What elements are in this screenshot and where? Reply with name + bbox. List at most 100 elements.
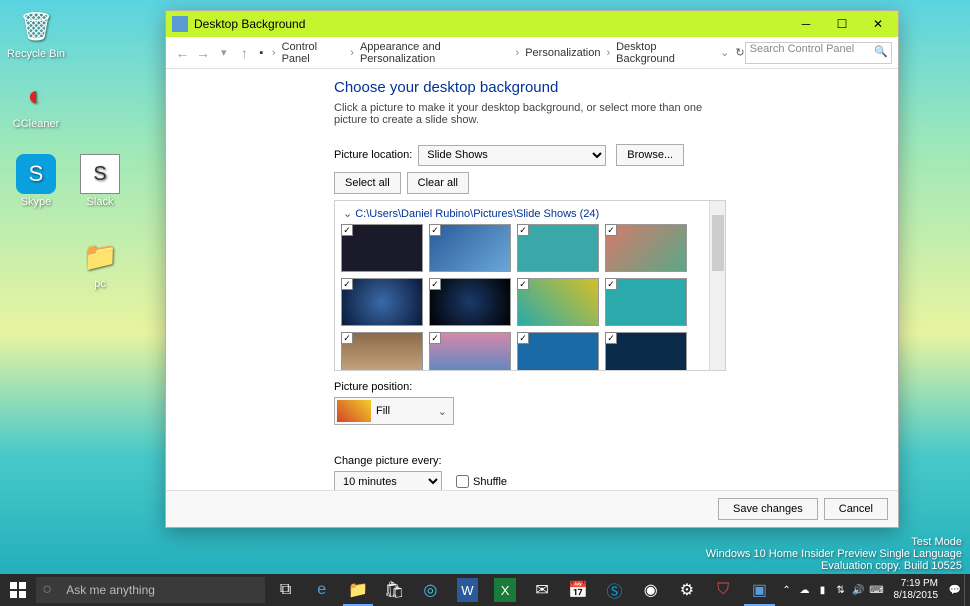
footer: Save changes Cancel (166, 490, 898, 527)
wallpaper-thumb[interactable]: ✓ (429, 224, 511, 272)
chevron-down-icon: ⌄ (438, 405, 447, 418)
wallpaper-thumb[interactable]: ✓ (517, 278, 599, 326)
wallpaper-thumb[interactable]: ✓ (517, 332, 599, 370)
scroll-thumb[interactable] (712, 215, 724, 271)
titlebar[interactable]: Desktop Background ─ ☐ ✕ (166, 11, 898, 37)
word-icon[interactable]: W (457, 578, 479, 602)
trash-icon: 🗑 (16, 6, 56, 46)
skype-icon: S (16, 154, 56, 194)
thumb-checkbox[interactable]: ✓ (517, 278, 529, 290)
excel-icon[interactable]: X (494, 578, 516, 602)
folder-label[interactable]: C:\Users\Daniel Rubino\Pictures\Slide Sh… (341, 205, 703, 224)
desktop-icon-slack[interactable]: SSlack (70, 154, 130, 208)
location-icon: ▪ (255, 47, 268, 59)
edge-icon[interactable]: e (304, 574, 340, 606)
keyboard-icon[interactable]: ⌨ (868, 585, 886, 596)
settings-icon[interactable]: ⚙ (669, 574, 705, 606)
thumb-checkbox[interactable]: ✓ (429, 278, 441, 290)
wallpaper-thumb[interactable]: ✓ (341, 224, 423, 272)
store-icon[interactable]: 🛍 (376, 574, 412, 606)
wallpaper-thumb[interactable]: ✓ (429, 332, 511, 370)
gallery-scrollbar[interactable] (709, 201, 725, 370)
thumb-checkbox[interactable]: ✓ (605, 278, 617, 290)
breadcrumb-1[interactable]: Appearance and Personalization (358, 41, 512, 65)
picture-position-label: Picture position: (334, 381, 876, 393)
wallpaper-thumb[interactable]: ✓ (341, 278, 423, 326)
cancel-button[interactable]: Cancel (824, 498, 888, 520)
breadcrumb-2[interactable]: Personalization (523, 47, 602, 59)
wallpaper-thumb[interactable]: ✓ (605, 332, 687, 370)
task-view-button[interactable]: ⧉ (267, 574, 303, 606)
wallpaper-thumb[interactable]: ✓ (341, 332, 423, 370)
control-panel-taskbar[interactable]: ▣ (741, 574, 777, 606)
mail-icon[interactable]: ✉ (524, 574, 560, 606)
address-dropdown[interactable]: ⌄ (720, 46, 729, 59)
skype-taskbar-icon[interactable]: Ⓢ (596, 574, 632, 606)
thumb-checkbox[interactable]: ✓ (429, 224, 441, 236)
tray-chevron-icon[interactable]: ⌃ (778, 585, 796, 596)
onedrive-icon[interactable]: ☁ (796, 585, 814, 596)
thumb-checkbox[interactable]: ✓ (517, 332, 529, 344)
browse-button[interactable]: Browse... (616, 144, 684, 166)
system-tray: ⌃ ☁ ▮ ⇅ 🔊 ⌨ 7:19 PM8/18/2015 💬 (778, 574, 970, 606)
clear-all-button[interactable]: Clear all (407, 172, 469, 194)
start-button[interactable] (0, 574, 36, 606)
show-desktop-button[interactable] (964, 574, 970, 606)
wallpaper-gallery: C:\Users\Daniel Rubino\Pictures\Slide Sh… (334, 200, 726, 371)
explorer-icon[interactable]: 📁 (340, 574, 376, 606)
calendar-icon[interactable]: 📅 (560, 574, 596, 606)
tweetium-icon[interactable]: ◎ (412, 574, 448, 606)
back-button[interactable]: ← (172, 45, 193, 61)
save-button[interactable]: Save changes (718, 498, 818, 520)
thumb-checkbox[interactable]: ✓ (605, 332, 617, 344)
desktop-background-window: Desktop Background ─ ☐ ✕ ← → ▾ ↑ ▪ › Con… (165, 10, 899, 528)
picture-location-label: Picture location: (334, 149, 412, 161)
breadcrumb-3[interactable]: Desktop Background (614, 41, 714, 65)
battery-icon[interactable]: ▮ (814, 585, 832, 596)
maximize-button[interactable]: ☐ (824, 12, 860, 36)
wallpaper-thumb[interactable]: ✓ (605, 224, 687, 272)
thumb-checkbox[interactable]: ✓ (341, 278, 353, 290)
recent-button[interactable]: ▾ (213, 46, 234, 59)
wifi-icon[interactable]: ⇅ (832, 585, 850, 596)
address-bar: ← → ▾ ↑ ▪ › Control Panel› Appearance an… (166, 37, 898, 69)
breadcrumb-0[interactable]: Control Panel (280, 41, 347, 65)
picture-location-select[interactable]: Slide Shows (418, 145, 606, 166)
thumb-checkbox[interactable]: ✓ (341, 332, 353, 344)
forward-button[interactable]: → (193, 45, 214, 61)
thumb-checkbox[interactable]: ✓ (341, 224, 353, 236)
desktop-icon-recycle[interactable]: 🗑Recycle Bin (6, 6, 66, 60)
window-icon (172, 16, 188, 32)
select-all-button[interactable]: Select all (334, 172, 401, 194)
minimize-button[interactable]: ─ (788, 12, 824, 36)
wallpaper-thumb[interactable]: ✓ (605, 278, 687, 326)
thumb-checkbox[interactable]: ✓ (605, 224, 617, 236)
page-description: Click a picture to make it your desktop … (334, 102, 734, 126)
cortana-search[interactable]: Ask me anything (36, 577, 265, 603)
shuffle-label: Shuffle (473, 476, 507, 488)
wallpaper-thumb[interactable]: ✓ (517, 224, 599, 272)
slack-icon: S (80, 154, 120, 194)
shuffle-checkbox[interactable] (456, 475, 469, 488)
desktop-icon-pc[interactable]: 📁pc (70, 236, 130, 290)
content-area: Choose your desktop background Click a p… (166, 69, 898, 491)
change-every-select[interactable]: 10 minutes (334, 471, 442, 492)
thumb-checkbox[interactable]: ✓ (517, 224, 529, 236)
ccleaner-icon: ◐ (16, 76, 56, 116)
volume-icon[interactable]: 🔊 (850, 585, 868, 596)
close-button[interactable]: ✕ (860, 12, 896, 36)
clock[interactable]: 7:19 PM8/18/2015 (886, 578, 947, 602)
position-preview-icon (337, 400, 371, 422)
desktop-icon-skype[interactable]: SSkype (6, 154, 66, 208)
refresh-button[interactable]: ↻ (735, 46, 744, 59)
wallpaper-thumb[interactable]: ✓ (429, 278, 511, 326)
chrome-icon[interactable]: ◉ (633, 574, 669, 606)
picture-position-select[interactable]: Fill ⌄ (334, 397, 454, 425)
thumb-checkbox[interactable]: ✓ (429, 332, 441, 344)
desktop-icon-ccleaner[interactable]: ◐CCleaner (6, 76, 66, 130)
shield-icon[interactable]: ⛉ (705, 574, 741, 606)
up-button[interactable]: ↑ (234, 45, 255, 61)
window-title: Desktop Background (194, 17, 305, 31)
search-input[interactable]: Search Control Panel (745, 42, 892, 64)
notifications-icon[interactable]: 💬 (946, 585, 964, 596)
